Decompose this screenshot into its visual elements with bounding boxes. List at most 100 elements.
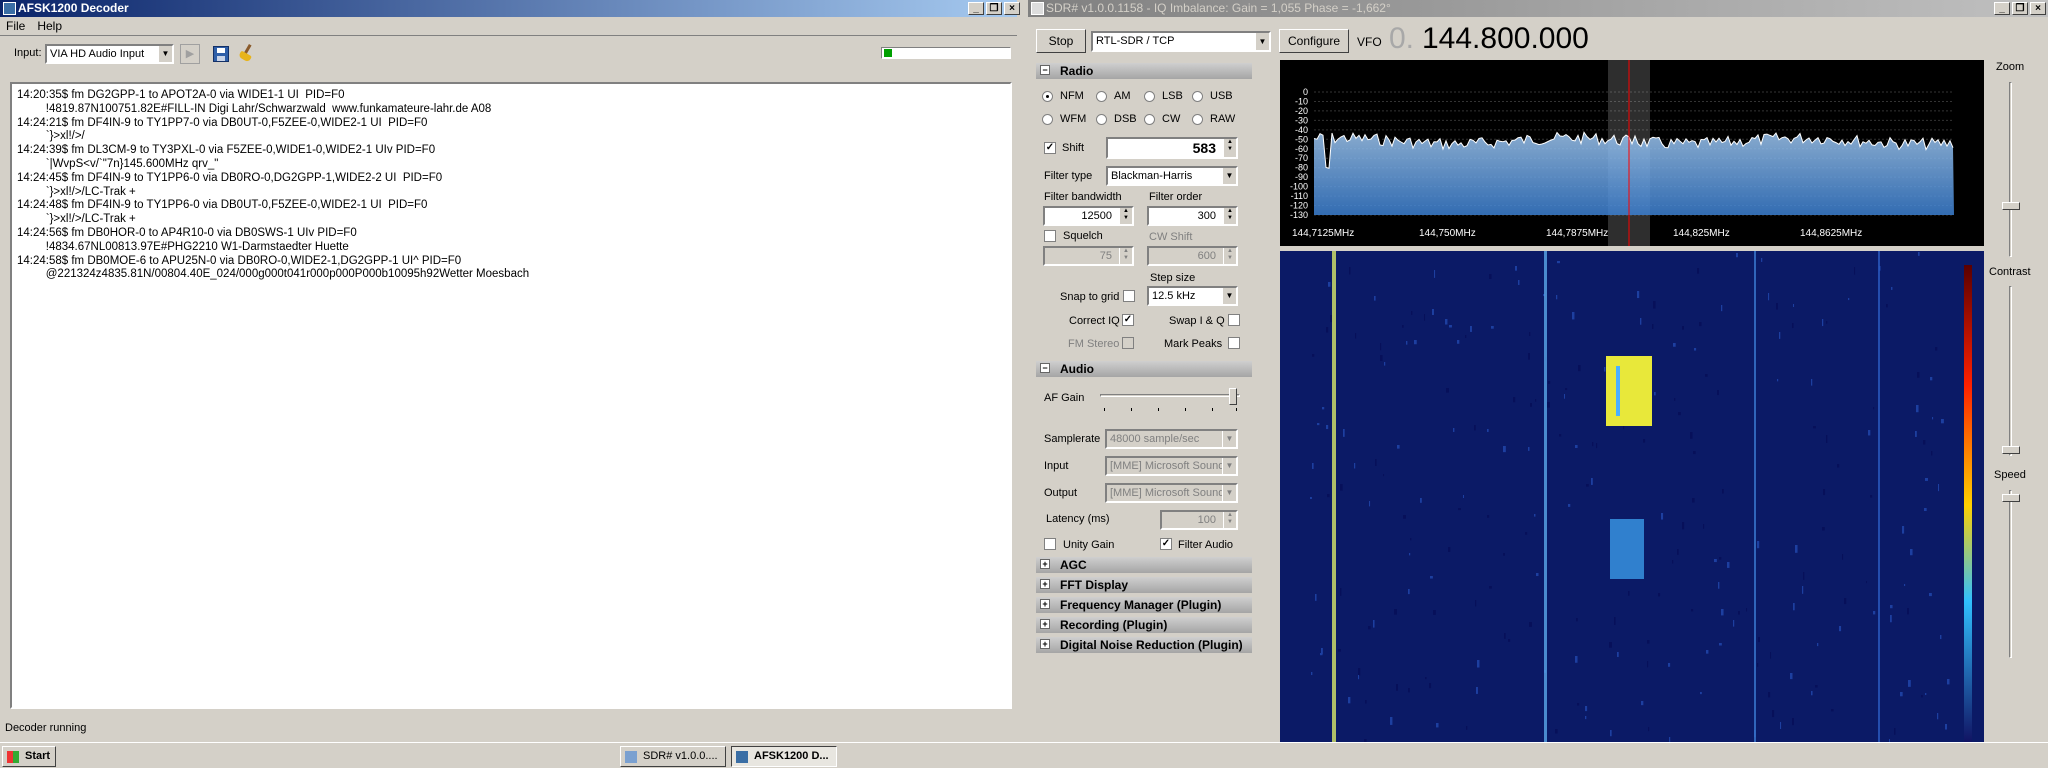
mark-peaks-checkbox[interactable] [1228, 337, 1240, 349]
mode-radio-am[interactable] [1096, 91, 1107, 102]
log-line: 14:24:58$ fm DB0MOE-6 to APU25N-0 via DB… [17, 254, 462, 267]
waterfall-noise [1448, 547, 1451, 552]
task-sdr[interactable]: SDR# v1.0.0.... [620, 746, 726, 767]
waterfall-plot[interactable] [1280, 251, 1984, 756]
waterfall-noise [1682, 522, 1685, 530]
mode-radio-nfm[interactable] [1042, 91, 1053, 102]
af-gain-thumb[interactable] [1229, 388, 1237, 405]
step-size-select[interactable]: 12.5 kHz ▼ [1147, 286, 1238, 306]
waterfall-noise [1445, 319, 1448, 325]
mode-label-wfm: WFM [1060, 113, 1087, 125]
squelch-spinner: ▲ ▼ [1119, 248, 1132, 264]
correct-iq-checkbox[interactable]: ✓ [1122, 314, 1134, 326]
section-header-agc[interactable]: + AGC [1036, 557, 1252, 573]
chevron-down-icon[interactable]: ▼ [158, 46, 172, 62]
waterfall-noise [1536, 573, 1539, 577]
waterfall-noise [1923, 440, 1926, 445]
save-icon[interactable] [213, 46, 229, 62]
afsk-titlebar[interactable]: AFSK1200 Decoder [0, 0, 1017, 17]
filter-type-select[interactable]: Blackman-Harris ▼ [1106, 166, 1238, 186]
configure-button[interactable]: Configure [1279, 29, 1349, 53]
waterfall-noise [1945, 724, 1948, 730]
unity-gain-checkbox[interactable] [1044, 538, 1056, 550]
sdr-close-button[interactable]: × [2030, 2, 2046, 15]
section-header-recording-plugin-[interactable]: + Recording (Plugin) [1036, 617, 1252, 633]
zoom-thumb[interactable] [2002, 202, 2020, 210]
broom-icon[interactable] [238, 43, 256, 63]
mode-radio-usb[interactable] [1192, 91, 1203, 102]
filter-bw-spinner[interactable]: ▲ ▼ [1119, 208, 1132, 224]
audio-section-header[interactable]: − Audio [1036, 361, 1252, 377]
menu-help[interactable]: Help [37, 18, 62, 35]
source-select[interactable]: RTL-SDR / TCP ▼ [1091, 31, 1271, 52]
waterfall-noise [1918, 252, 1920, 256]
filter-order-input[interactable]: 300 ▲ ▼ [1147, 206, 1238, 226]
log-line: 14:24:56$ fm DB0HOR-0 to AP4R10-0 via DB… [17, 226, 357, 239]
restore-button[interactable]: ❐ [986, 2, 1002, 15]
sdr-minimize-button[interactable]: _ [1994, 2, 2010, 15]
waterfall-noise [1770, 652, 1772, 659]
waterfall-noise [1338, 649, 1341, 652]
squelch-checkbox[interactable] [1044, 230, 1056, 242]
mode-radio-lsb[interactable] [1144, 91, 1155, 102]
radio-section-header[interactable]: − Radio [1036, 63, 1252, 79]
waterfall-carrier [1332, 251, 1336, 756]
menu-file[interactable]: File [6, 18, 25, 35]
minimize-button[interactable]: _ [968, 2, 984, 15]
snap-checkbox[interactable] [1123, 290, 1135, 302]
signal-level-bar [881, 47, 1011, 59]
step-size-chevron-icon[interactable]: ▼ [1222, 288, 1236, 304]
waterfall-carrier [1544, 251, 1547, 756]
swap-iq-checkbox[interactable] [1228, 314, 1240, 326]
start-button[interactable]: Start [2, 746, 56, 767]
filter-order-value: 300 [1197, 210, 1216, 222]
waterfall-noise [1904, 584, 1906, 587]
mode-radio-dsb[interactable] [1096, 114, 1107, 125]
mode-radio-raw[interactable] [1192, 114, 1203, 125]
af-gain-slider[interactable] [1100, 388, 1240, 416]
spectrum-plot[interactable]: 0-10-20-30-40-50-60-70-80-90-100-110-120… [1280, 60, 1984, 246]
filter-audio-checkbox[interactable]: ✓ [1160, 538, 1172, 550]
source-chevron-icon[interactable]: ▼ [1255, 33, 1269, 50]
speed-thumb[interactable] [2002, 494, 2020, 502]
vfo-frequency[interactable]: 144.800.000 [1422, 22, 1589, 56]
waterfall-noise [1436, 723, 1439, 728]
speed-slider[interactable] [2000, 490, 2024, 658]
waterfall-noise [1503, 553, 1505, 556]
close-button[interactable]: × [1004, 2, 1020, 15]
task-afsk[interactable]: AFSK1200 D... [731, 746, 837, 767]
stop-button[interactable]: Stop [1036, 29, 1086, 53]
contrast-thumb[interactable] [2002, 446, 2020, 454]
waterfall-noise [1648, 727, 1650, 732]
waterfall-noise [1705, 374, 1708, 377]
contrast-slider[interactable] [2000, 286, 2024, 456]
latency-value: 100 [1197, 514, 1216, 526]
waterfall-noise [1866, 581, 1868, 584]
section-header-digital-noise-reduction-plugin-[interactable]: + Digital Noise Reduction (Plugin) [1036, 637, 1252, 653]
waterfall-noise [1315, 594, 1317, 601]
zoom-slider[interactable] [2000, 82, 2024, 257]
filter-bw-input[interactable]: 12500 ▲ ▼ [1043, 206, 1134, 226]
shift-checkbox[interactable]: ✓ [1044, 142, 1056, 154]
latency-label: Latency (ms) [1046, 513, 1110, 525]
filter-order-spinner[interactable]: ▲ ▼ [1223, 208, 1236, 224]
waterfall-noise [1368, 626, 1371, 630]
section-header-frequency-manager-plugin-[interactable]: + Frequency Manager (Plugin) [1036, 597, 1252, 613]
filter-type-value: Blackman-Harris [1111, 170, 1193, 182]
waterfall-noise [1513, 397, 1516, 403]
waterfall-noise [1434, 270, 1436, 278]
sdr-restore-button[interactable]: ❐ [2012, 2, 2028, 15]
spectrum-panel[interactable]: 0 -10 -20 -30 -40 -50 -60 -70 -80 -90 -100 -110 -120… [1280, 60, 1984, 246]
shift-spinner[interactable]: ▲ ▼ [1223, 139, 1236, 157]
shift-input[interactable]: 583 ▲ ▼ [1106, 137, 1238, 159]
mode-radio-cw[interactable] [1144, 114, 1155, 125]
play-button[interactable]: ▶ [180, 44, 200, 64]
decoder-log[interactable]: 14:20:35$ fm DG2GPP-1 to APOT2A-0 via WI… [10, 82, 1012, 709]
expand-icon: + [1040, 639, 1050, 649]
input-select[interactable]: VIA HD Audio Input ▼ [45, 44, 174, 64]
waterfall-noise [1585, 706, 1588, 712]
filter-type-chevron-icon[interactable]: ▼ [1222, 168, 1236, 184]
waterfall-panel[interactable] [1280, 251, 1984, 756]
section-header-fft-display[interactable]: + FFT Display [1036, 577, 1252, 593]
mode-radio-wfm[interactable] [1042, 114, 1053, 125]
